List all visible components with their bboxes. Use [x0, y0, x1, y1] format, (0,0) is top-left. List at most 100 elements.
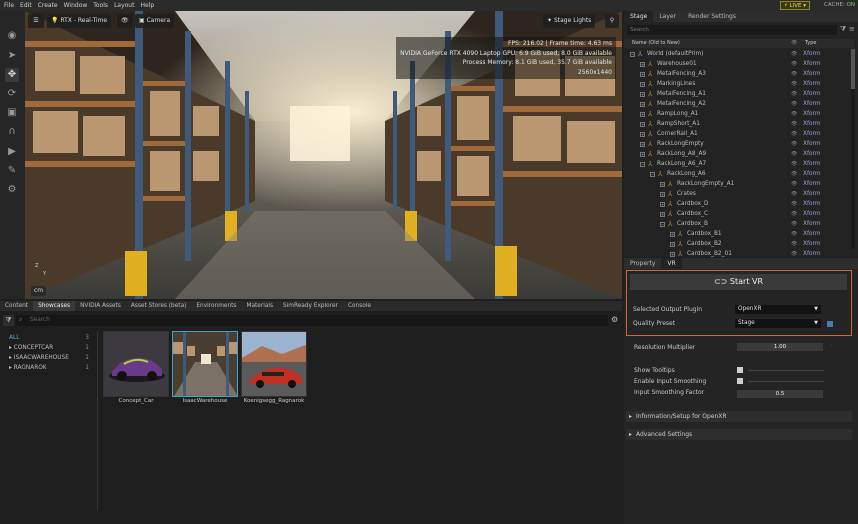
- expand-icon[interactable]: +: [640, 91, 645, 97]
- collection-item[interactable]: ▸ RAGNAROK 1: [9, 365, 93, 371]
- browser-tab[interactable]: Environments: [191, 301, 241, 311]
- expand-icon[interactable]: +: [640, 131, 645, 137]
- visibility-icon[interactable]: 👁: [791, 119, 797, 129]
- pin-icon[interactable]: ⚲: [605, 14, 619, 28]
- stage-tree-row[interactable]: + ⅄ Cardbox_B2 👁 Xform: [624, 239, 852, 249]
- collapse-icon[interactable]: −: [630, 51, 635, 57]
- collection-item[interactable]: ▸ CONCEPTCAR 1: [9, 345, 93, 351]
- output-plugin-dropdown[interactable]: OpenXR ▼: [735, 305, 821, 314]
- visibility-icon[interactable]: 👁: [791, 159, 797, 169]
- browser-tab[interactable]: NVIDIA Assets: [75, 301, 126, 311]
- stage-tree-row[interactable]: + ⅄ MetalFencing_A1 👁 Xform: [624, 89, 852, 99]
- play-icon[interactable]: ▶: [5, 145, 19, 159]
- rotate-tool-icon[interactable]: ⟳: [5, 87, 19, 101]
- resolution-field[interactable]: 1.00: [737, 343, 823, 351]
- visibility-icon[interactable]: 👁: [791, 59, 797, 69]
- live-button[interactable]: ⚡ LIVE ▾: [779, 1, 810, 10]
- tab-property[interactable]: Property: [624, 258, 661, 269]
- visibility-icon[interactable]: 👁: [791, 199, 797, 209]
- stage-tree-row[interactable]: + ⅄ MetalFencing_A2 👁 Xform: [624, 99, 852, 109]
- collection-item[interactable]: ▸ ISAACWAREHOUSE 1: [9, 355, 93, 361]
- collapse-icon[interactable]: −: [640, 161, 645, 167]
- stage-tree-row[interactable]: + ⅄ RackLong_A8_A9 👁 Xform: [624, 149, 852, 159]
- move-tool-icon[interactable]: ✥: [5, 68, 19, 82]
- stage-search-input[interactable]: Search: [627, 25, 837, 35]
- section-advanced[interactable]: ▸ Advanced Settings: [626, 429, 852, 440]
- visibility-icon[interactable]: 👁: [791, 219, 797, 229]
- eye-icon[interactable]: 👁: [117, 14, 133, 28]
- expand-icon[interactable]: +: [660, 191, 665, 197]
- visibility-icon[interactable]: 👁: [791, 109, 797, 119]
- paint-tool-icon[interactable]: ✎: [5, 164, 19, 178]
- expand-icon[interactable]: +: [660, 201, 665, 207]
- snap-tool-icon[interactable]: ∩: [5, 125, 19, 139]
- browser-tab[interactable]: Content: [0, 301, 33, 311]
- stage-tree-row[interactable]: + ⅄ RackLongEmpty 👁 Xform: [624, 139, 852, 149]
- expand-icon[interactable]: +: [640, 141, 645, 147]
- filter-icon[interactable]: ⧩: [3, 315, 14, 326]
- thumbnail-concept-car[interactable]: [103, 331, 169, 397]
- expand-icon[interactable]: +: [640, 61, 645, 67]
- menu-file[interactable]: File: [4, 2, 14, 9]
- collection-item[interactable]: ALL 3: [9, 335, 93, 341]
- visibility-icon[interactable]: 👁: [791, 149, 797, 159]
- start-vr-button[interactable]: ⊂⊃ Start VR: [630, 274, 847, 290]
- thumbnail-koenigsegg[interactable]: [241, 331, 307, 397]
- stage-tree-row[interactable]: + ⅄ CornerRail_A1 👁 Xform: [624, 129, 852, 139]
- visibility-icon[interactable]: 👁: [791, 79, 797, 89]
- quality-preset-dropdown[interactable]: Stage ▼: [735, 319, 821, 328]
- browser-tab[interactable]: Showcases: [33, 301, 76, 311]
- visibility-icon[interactable]: 👁: [791, 129, 797, 139]
- smoothing-factor-field[interactable]: 0.5: [737, 390, 823, 398]
- stage-tree-row[interactable]: + ⅄ MarkingLines 👁 Xform: [624, 79, 852, 89]
- stage-scroll-thumb[interactable]: [851, 49, 855, 89]
- visibility-icon[interactable]: 👁: [791, 69, 797, 79]
- visibility-icon[interactable]: 👁: [791, 139, 797, 149]
- expand-icon[interactable]: +: [670, 241, 675, 247]
- expand-icon[interactable]: +: [640, 101, 645, 107]
- collapse-icon[interactable]: −: [650, 171, 655, 177]
- scale-tool-icon[interactable]: ▣: [5, 106, 19, 120]
- visibility-icon[interactable]: 👁: [791, 169, 797, 179]
- menu-edit[interactable]: Edit: [20, 2, 32, 9]
- tab-render-settings[interactable]: Render Settings: [682, 11, 742, 22]
- col-name-header[interactable]: Name (Old to New): [632, 39, 680, 48]
- visibility-icon[interactable]: 👁: [791, 49, 797, 59]
- expand-icon[interactable]: +: [640, 121, 645, 127]
- stage-tree-row[interactable]: − ⅄ RackLong_A6_A7 👁 Xform: [624, 159, 852, 169]
- filter-icon[interactable]: ⧩: [840, 25, 846, 34]
- stage-tree-row[interactable]: − ⅄ RackLong_A6 👁 Xform: [624, 169, 852, 179]
- viewport[interactable]: ☰ 💡 RTX - Real-Time 👁 ▣ Camera ✦ Stage L…: [25, 11, 622, 299]
- expand-icon[interactable]: +: [640, 71, 645, 77]
- menu-create[interactable]: Create: [38, 2, 58, 9]
- col-type-header[interactable]: Type: [805, 39, 816, 48]
- menu-layout[interactable]: Layout: [114, 2, 134, 9]
- stage-tree-row[interactable]: + ⅄ Cardbox_C 👁 Xform: [624, 209, 852, 219]
- expand-icon[interactable]: +: [640, 151, 645, 157]
- menu-tools[interactable]: Tools: [93, 2, 108, 9]
- tab-stage[interactable]: Stage: [624, 11, 654, 22]
- section-info-openxr[interactable]: ▸ Information/Setup for OpenXR: [626, 411, 852, 422]
- visibility-icon[interactable]: 👁: [791, 239, 797, 249]
- pointer-tool-icon[interactable]: ➤: [5, 49, 19, 63]
- expand-icon[interactable]: +: [640, 81, 645, 87]
- visibility-icon[interactable]: 👁: [791, 209, 797, 219]
- stage-tree-row[interactable]: + ⅄ RampLong_A1 👁 Xform: [624, 109, 852, 119]
- select-tool-icon[interactable]: ◉: [5, 29, 19, 43]
- stage-tree-row[interactable]: + ⅄ Cardbox_D 👁 Xform: [624, 199, 852, 209]
- browser-tab[interactable]: Console: [343, 301, 376, 311]
- stage-tree-row[interactable]: + ⅄ RackLongEmpty_A1 👁 Xform: [624, 179, 852, 189]
- expand-icon[interactable]: +: [660, 181, 665, 187]
- tab-vr[interactable]: VR: [661, 258, 682, 269]
- tooltips-checkbox[interactable]: [737, 367, 743, 373]
- stage-tree-row[interactable]: − ⅄ Cardbox_B 👁 Xform: [624, 219, 852, 229]
- browser-tab[interactable]: SimReady Explorer: [278, 301, 343, 311]
- settings-icon[interactable]: ⚙: [611, 315, 621, 326]
- thumbnail-isaac-warehouse[interactable]: [172, 331, 238, 397]
- browser-search-input[interactable]: ⌕ Search: [16, 315, 608, 326]
- smoothing-checkbox[interactable]: [737, 378, 743, 384]
- expand-icon[interactable]: +: [670, 251, 675, 257]
- stage-tree-row[interactable]: − ⅄ World (defaultPrim) 👁 Xform: [624, 49, 852, 59]
- expand-icon[interactable]: +: [660, 211, 665, 217]
- preset-color-swatch[interactable]: [827, 321, 833, 327]
